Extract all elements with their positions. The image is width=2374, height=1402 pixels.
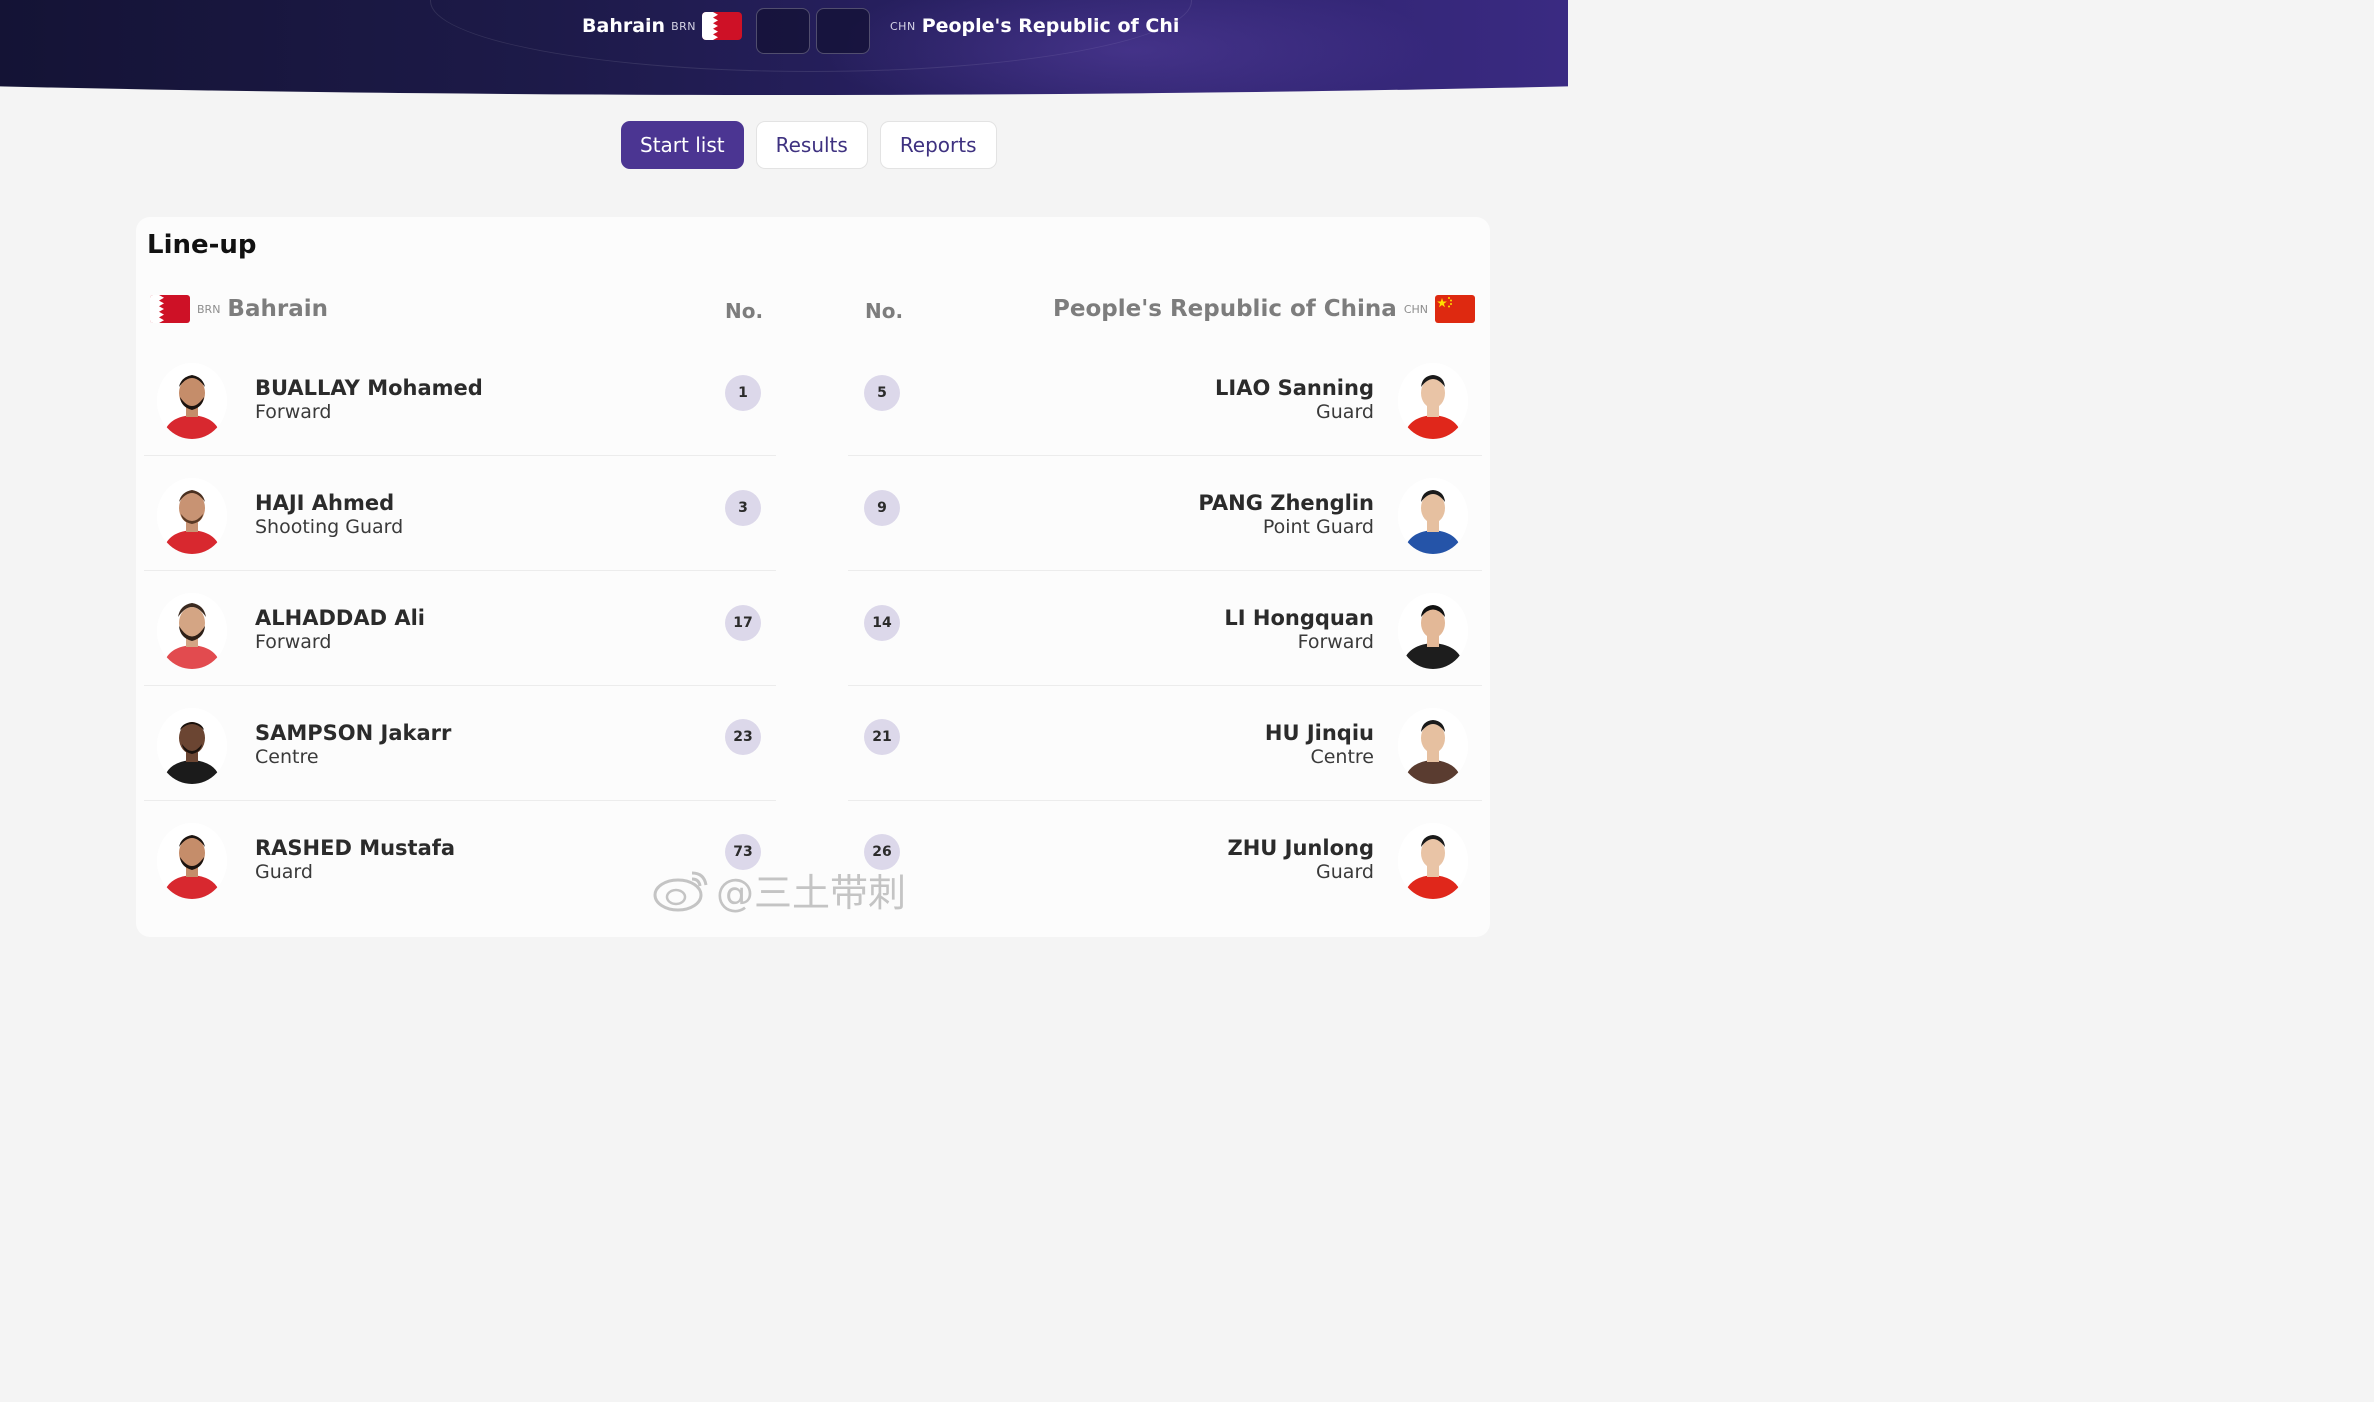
away-player-row[interactable]: PANG Zhenglin Point Guard [848, 456, 1482, 571]
player-avatar-icon [157, 823, 227, 899]
lineup-title: Line-up [147, 230, 257, 260]
tab-results[interactable]: Results [755, 121, 868, 169]
bahrain-flag-icon [702, 12, 742, 40]
home-team-code: BRN [197, 302, 221, 316]
away-team-name: People's Republic of China [1053, 296, 1397, 322]
tab-start-list[interactable]: Start list [621, 121, 744, 169]
player-position: Guard [255, 861, 313, 883]
away-player-row[interactable]: ZHU Junlong Guard [848, 801, 1482, 916]
player-position: Forward [1297, 631, 1374, 653]
away-score-box [816, 8, 870, 54]
away-team-code: CHN [1403, 302, 1428, 316]
view-tabs: Start list Results Reports [621, 121, 997, 169]
player-position: Guard [1316, 861, 1374, 883]
player-name: BUALLAY Mohamed [255, 376, 483, 400]
player-avatar-icon [1398, 363, 1468, 439]
player-number-badge: 73 [725, 834, 761, 870]
home-player-row[interactable]: BUALLAY Mohamed Forward [144, 341, 776, 456]
player-position: Forward [255, 401, 332, 423]
tab-reports[interactable]: Reports [879, 121, 997, 169]
player-number-badge: 1 [725, 375, 761, 411]
away-column-header: People's Republic of China CHN [1053, 295, 1475, 323]
player-name: LIAO Sanning [1215, 376, 1374, 400]
home-team-name: Bahrain [227, 296, 328, 322]
away-team-name: People's Republic of China [921, 15, 1178, 37]
player-avatar-icon [1398, 823, 1468, 899]
home-team-header[interactable]: Bahrain BRN [582, 12, 742, 40]
player-name: RASHED Mustafa [255, 836, 456, 860]
match-bar: Bahrain BRN CHN People's Republic of Chi… [0, 4, 1568, 54]
player-avatar-icon [157, 708, 227, 784]
player-avatar-icon [1398, 478, 1468, 554]
away-number-header: No. [865, 299, 904, 323]
player-name: ALHADDAD Ali [255, 606, 425, 630]
player-name: PANG Zhenglin [1198, 491, 1374, 515]
home-player-row[interactable]: ALHADDAD Ali Forward [144, 571, 776, 686]
away-team-header[interactable]: CHN People's Republic of China [884, 12, 1178, 40]
player-number-badge: 3 [725, 490, 761, 526]
player-name: HAJI Ahmed [255, 491, 395, 515]
player-name: HU Jinqiu [1264, 721, 1374, 745]
away-player-row[interactable]: LIAO Sanning Guard [848, 341, 1482, 456]
player-position: Centre [1310, 746, 1374, 768]
home-player-row[interactable]: SAMPSON Jakarr Centre [144, 686, 776, 801]
away-player-row[interactable]: LI Hongquan Forward [848, 571, 1482, 686]
home-team-code: BRN [671, 19, 696, 33]
home-player-row[interactable]: HAJI Ahmed Shooting Guard [144, 456, 776, 571]
player-avatar-icon [1398, 593, 1468, 669]
home-score-box [756, 8, 810, 54]
player-name: SAMPSON Jakarr [255, 721, 452, 745]
player-avatar-icon [157, 363, 227, 439]
lineup-card: Line-up BRN Bahrain No. No. People's Rep… [136, 217, 1490, 937]
player-position: Guard [1316, 401, 1374, 423]
player-position: Forward [255, 631, 332, 653]
player-avatar-icon [157, 593, 227, 669]
player-avatar-icon [1398, 708, 1468, 784]
away-player-row[interactable]: HU Jinqiu Centre [848, 686, 1482, 801]
home-player-row[interactable]: RASHED Mustafa Guard [144, 801, 776, 916]
bahrain-flag-icon [150, 295, 190, 323]
china-flag-icon [1435, 295, 1475, 323]
player-position: Shooting Guard [255, 516, 404, 538]
player-avatar-icon [157, 478, 227, 554]
home-number-header: No. [725, 299, 764, 323]
player-number-badge: 17 [725, 605, 761, 641]
player-name: ZHU Junlong [1227, 836, 1375, 860]
player-name: LI Hongquan [1224, 606, 1374, 630]
away-team-code: CHN [890, 19, 916, 33]
home-column-header: BRN Bahrain [150, 295, 328, 323]
player-number-badge: 23 [725, 719, 761, 755]
player-position: Point Guard [1262, 516, 1374, 538]
player-position: Centre [255, 746, 319, 768]
home-team-name: Bahrain [582, 15, 666, 37]
